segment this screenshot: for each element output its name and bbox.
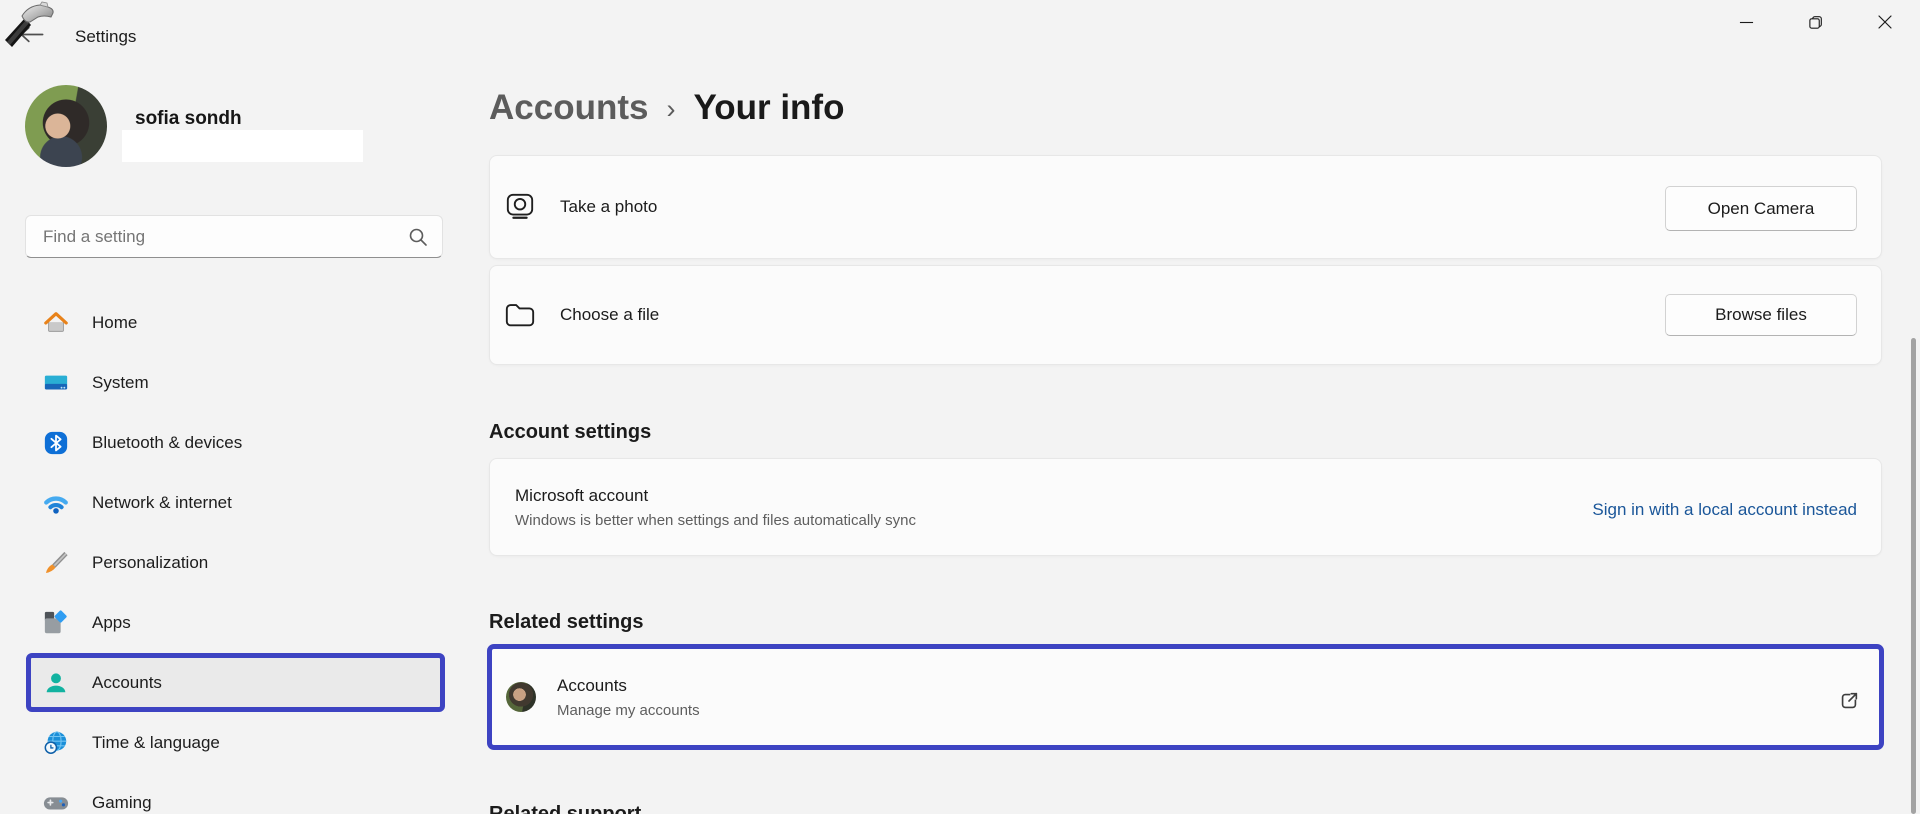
app-title: Settings xyxy=(75,27,136,47)
sidebar-item-label: Time & language xyxy=(92,733,220,753)
home-icon xyxy=(43,310,69,336)
sidebar-item-time-language[interactable]: Time & language xyxy=(27,719,443,767)
local-account-link[interactable]: Sign in with a local account instead xyxy=(1592,500,1857,520)
user-name: sofia sondh xyxy=(135,108,242,130)
external-link-icon[interactable] xyxy=(1838,690,1860,712)
sidebar-item-apps[interactable]: Apps xyxy=(27,599,443,647)
minimize-button[interactable] xyxy=(1723,0,1769,44)
sidebar-item-label: Personalization xyxy=(92,553,208,573)
sidebar-item-label: Accounts xyxy=(92,673,162,693)
system-icon xyxy=(43,370,69,396)
minimize-icon xyxy=(1739,15,1754,30)
network-icon xyxy=(43,490,69,516)
breadcrumb: Accounts › Your info xyxy=(489,88,844,128)
related-accounts-card[interactable]: Accounts Manage my accounts xyxy=(487,644,1884,750)
back-button[interactable] xyxy=(2,0,62,52)
search-box[interactable] xyxy=(25,215,443,258)
hammer-cursor-icon xyxy=(2,0,58,50)
apps-icon xyxy=(43,610,69,636)
sidebar-item-bluetooth-devices[interactable]: Bluetooth & devices xyxy=(27,419,443,467)
related-settings-heading: Related settings xyxy=(489,611,643,634)
folder-icon xyxy=(504,300,536,330)
search-input[interactable] xyxy=(26,216,442,257)
page-title: Your info xyxy=(693,88,844,128)
take-photo-label: Take a photo xyxy=(560,197,657,217)
gaming-icon xyxy=(43,790,69,814)
user-email-redacted xyxy=(122,130,363,162)
bluetooth-icon xyxy=(43,430,69,456)
search-icon xyxy=(408,227,428,247)
sidebar-item-accounts[interactable]: Accounts xyxy=(27,659,443,707)
breadcrumb-accounts[interactable]: Accounts xyxy=(489,88,648,128)
user-avatar[interactable] xyxy=(25,85,107,167)
related-accounts-subtitle: Manage my accounts xyxy=(557,702,700,719)
close-button[interactable] xyxy=(1862,0,1908,44)
sidebar-item-home[interactable]: Home xyxy=(27,299,443,347)
restore-button[interactable] xyxy=(1792,0,1838,44)
sidebar-item-label: Gaming xyxy=(92,793,152,813)
camera-icon xyxy=(504,192,536,222)
account-settings-heading: Account settings xyxy=(489,421,651,444)
breadcrumb-separator-icon: › xyxy=(666,91,675,125)
sidebar-item-network-internet[interactable]: Network & internet xyxy=(27,479,443,527)
accounts-icon xyxy=(43,670,69,696)
sidebar-item-label: Apps xyxy=(92,613,131,633)
sidebar-item-label: Home xyxy=(92,313,137,333)
sidebar-item-gaming[interactable]: Gaming xyxy=(27,779,443,814)
sidebar-item-label: Bluetooth & devices xyxy=(92,433,242,453)
sidebar-item-personalization[interactable]: Personalization xyxy=(27,539,443,587)
browse-files-button[interactable]: Browse files xyxy=(1665,294,1857,336)
sidebar-item-system[interactable]: System xyxy=(27,359,443,407)
restore-icon xyxy=(1808,15,1823,30)
microsoft-account-subtitle: Windows is better when settings and file… xyxy=(515,512,916,529)
close-icon xyxy=(1877,14,1893,30)
microsoft-account-title: Microsoft account xyxy=(515,486,648,506)
time-language-icon xyxy=(43,730,69,756)
related-accounts-title: Accounts xyxy=(557,676,700,696)
related-card-avatar xyxy=(506,682,536,712)
personalization-icon xyxy=(43,550,69,576)
vertical-scrollbar[interactable] xyxy=(1911,338,1916,814)
related-support-heading: Related support xyxy=(489,803,641,814)
sidebar-item-label: Network & internet xyxy=(92,493,232,513)
sidebar-item-label: System xyxy=(92,373,149,393)
choose-file-label: Choose a file xyxy=(560,305,659,325)
open-camera-button[interactable]: Open Camera xyxy=(1665,186,1857,231)
